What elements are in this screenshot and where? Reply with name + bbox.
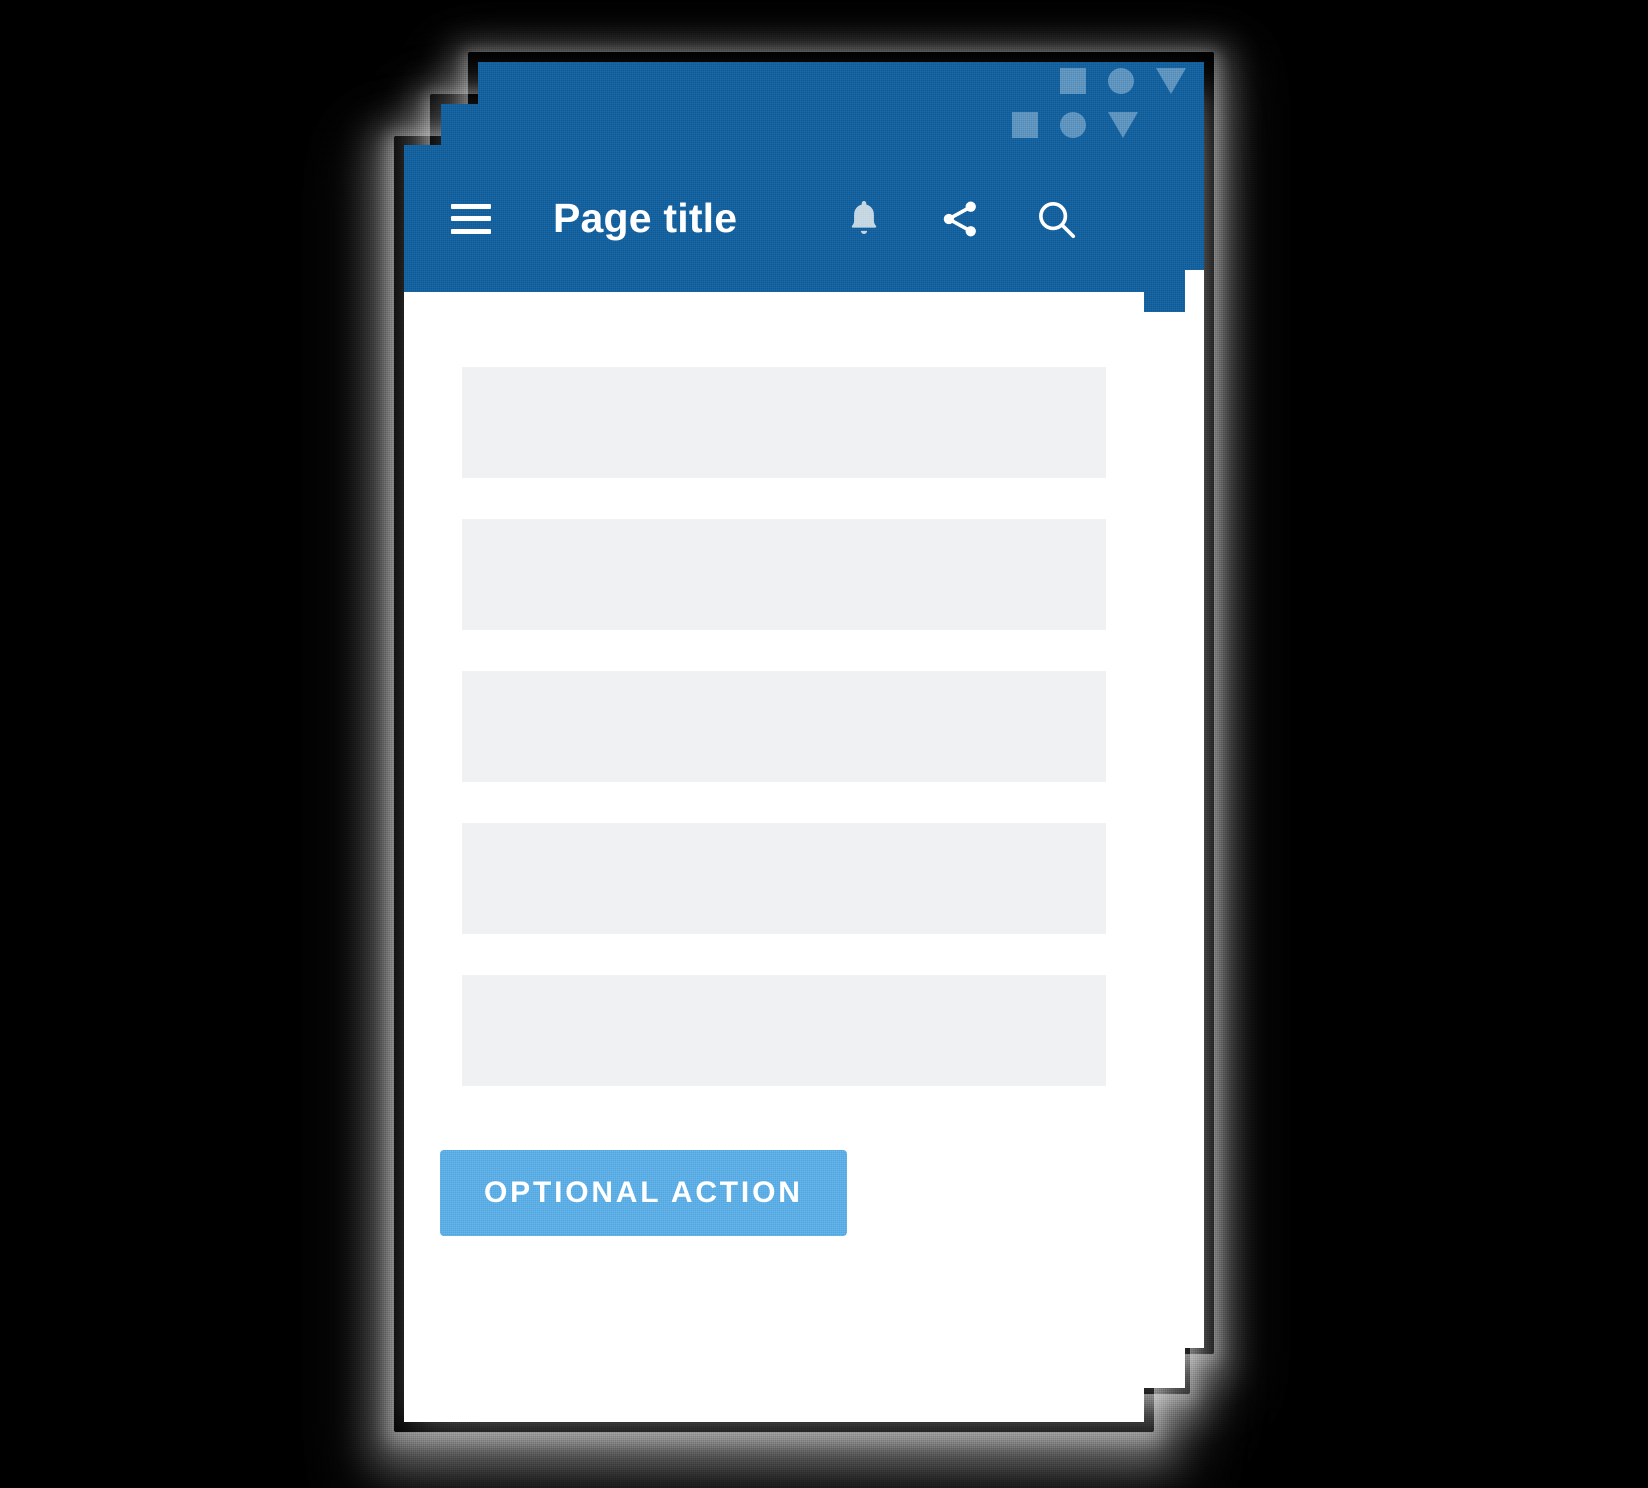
hamburger-line: [451, 228, 491, 234]
screenshot-canvas: Page title OPTIONAL ACTION: [0, 0, 1648, 1488]
optional-action-button[interactable]: OPTIONAL ACTION: [440, 1150, 847, 1236]
notifications-button[interactable]: [838, 193, 890, 245]
content-placeholder-row: [462, 519, 1106, 630]
page-title: Page title: [553, 195, 738, 241]
content-placeholder-row: [462, 975, 1106, 1086]
app-bar: Page title: [404, 145, 1144, 292]
content-placeholder-row: [462, 367, 1106, 478]
hamburger-line: [451, 216, 491, 221]
content-placeholder-row: [462, 671, 1106, 782]
share-button[interactable]: [934, 193, 986, 245]
hamburger-line: [451, 203, 491, 209]
share-icon: [943, 201, 976, 236]
bell-icon: [851, 200, 877, 234]
hamburger-menu-icon[interactable]: [451, 203, 491, 234]
content-placeholder-row: [462, 823, 1106, 934]
search-button[interactable]: [1030, 193, 1082, 245]
action-bar: OPTIONAL ACTION: [404, 1150, 1144, 1236]
search-icon: [1039, 201, 1076, 238]
content-area: OPTIONAL ACTION: [404, 292, 1144, 1422]
app-bar-actions: [838, 193, 1082, 245]
card-front[interactable]: Page title OPTIONAL ACTION: [404, 145, 1144, 1422]
